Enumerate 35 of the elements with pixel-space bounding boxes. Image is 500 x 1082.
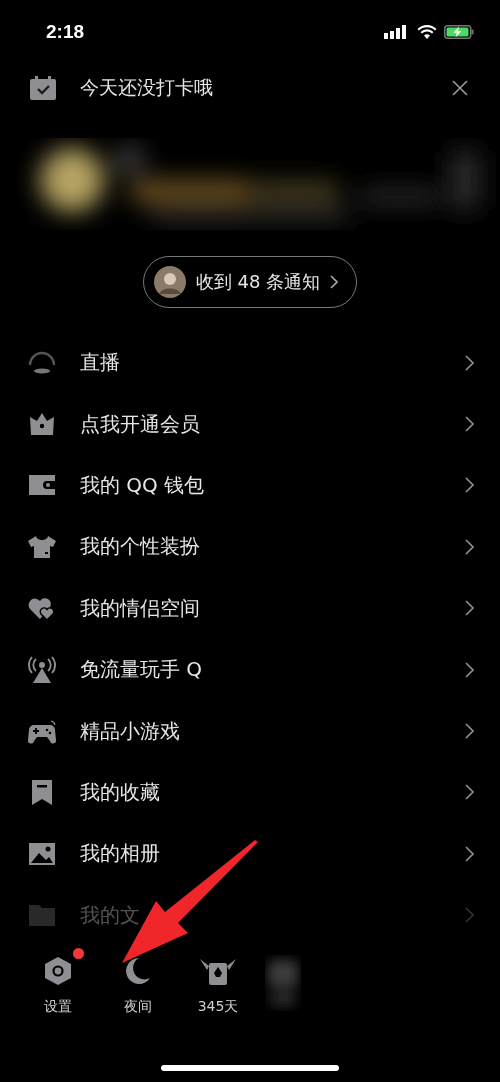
wifi-icon bbox=[417, 25, 437, 39]
avatar bbox=[153, 266, 186, 298]
chevron-icon bbox=[465, 907, 474, 924]
settings-icon bbox=[44, 956, 72, 986]
chevron-icon bbox=[465, 661, 474, 678]
chevron-icon bbox=[465, 845, 474, 862]
menu-item[interactable]: 直播 bbox=[0, 332, 500, 394]
menu-item[interactable]: 我的收藏 bbox=[0, 761, 500, 824]
chevron-icon bbox=[465, 354, 474, 371]
level-button[interactable]: 345天 bbox=[178, 946, 258, 1016]
battery-icon bbox=[444, 25, 474, 39]
chevron-icon bbox=[465, 784, 474, 801]
menu-item[interactable]: 我的个性装扮 bbox=[0, 516, 500, 578]
antenna-icon bbox=[27, 655, 57, 684]
menu-item[interactable]: 我的情侣空间 bbox=[0, 577, 500, 639]
moon-icon bbox=[125, 957, 151, 985]
notifications-button[interactable]: 收到 48 条通知 bbox=[142, 256, 358, 308]
menu-item[interactable]: 免流量玩手 Q bbox=[0, 638, 500, 701]
winged-badge-icon bbox=[199, 956, 237, 986]
night-button[interactable]: 夜间 bbox=[98, 946, 178, 1016]
checkin-text: 今天还没打卡哦 bbox=[80, 75, 214, 100]
chevron-icon bbox=[465, 477, 474, 494]
chevron-icon bbox=[465, 538, 474, 555]
settings-button[interactable]: 设置 bbox=[18, 946, 98, 1016]
menu-item[interactable]: 我的 QQ 钱包 bbox=[0, 454, 500, 517]
close-icon[interactable] bbox=[452, 80, 468, 96]
gamepad-icon bbox=[27, 717, 57, 746]
chevron-icon bbox=[465, 416, 474, 433]
menu-item[interactable]: 点我开通会员 bbox=[0, 393, 500, 455]
calendar-check-icon bbox=[30, 76, 56, 100]
menu-item[interactable]: 精品小游戏 bbox=[0, 700, 500, 762]
chevron-icon bbox=[465, 723, 474, 740]
chevron-icon bbox=[465, 600, 474, 617]
chevron-icon bbox=[330, 275, 339, 289]
status-time: 2:18 bbox=[46, 21, 85, 43]
